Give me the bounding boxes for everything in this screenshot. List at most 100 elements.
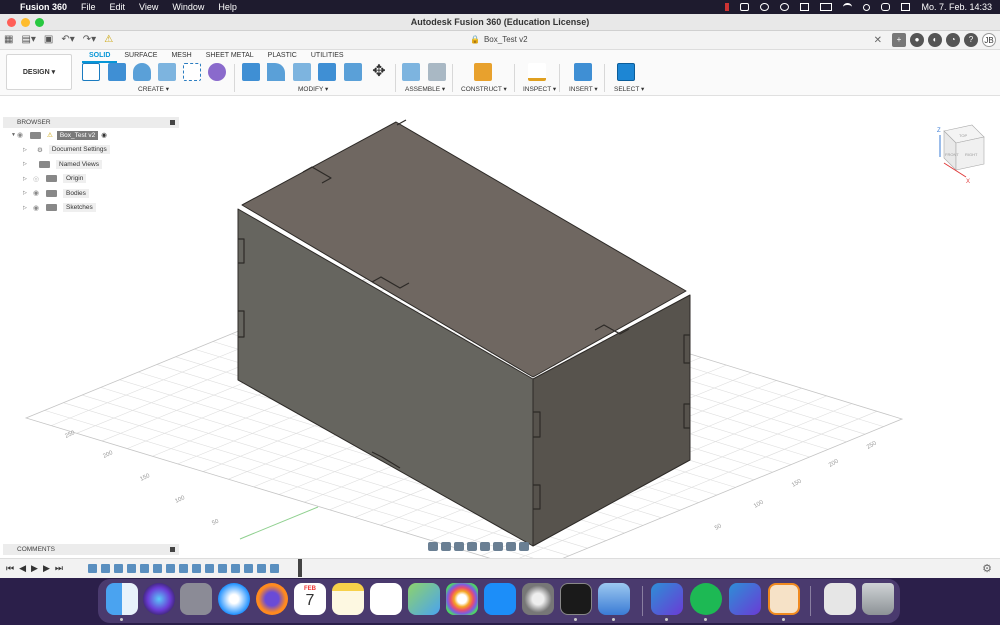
grid-settings-icon[interactable] [506,542,516,551]
trash-icon[interactable] [862,583,894,615]
pattern-icon[interactable] [183,63,201,81]
timeline-extrude-feature-icon[interactable] [101,564,110,573]
help-icon[interactable]: ? [964,33,978,47]
app-store-icon[interactable] [484,583,516,615]
timeline-extrude-feature-icon[interactable] [179,564,188,573]
warning-icon[interactable]: ⚠ [104,34,113,45]
timeline-sketch-feature-icon[interactable] [88,564,97,573]
tab-mesh[interactable]: MESH [164,50,198,63]
viewcube-right-label[interactable]: RIGHT [965,152,978,157]
photos-icon[interactable] [446,583,478,615]
menu-window[interactable]: Window [172,2,204,12]
job-status-icon[interactable]: ◐ [928,33,942,47]
expand-arrow-icon[interactable]: ▷ [23,161,29,167]
new-sketch-icon[interactable] [82,63,100,81]
launchpad-icon[interactable] [180,583,212,615]
menu-file[interactable]: File [81,2,96,12]
timeline-move-feature-icon[interactable] [231,564,240,573]
timeline-extrude-feature-icon[interactable] [244,564,253,573]
tab-plastic[interactable]: PLASTIC [261,50,304,63]
assemble-menu[interactable]: ASSEMBLE ▾ [405,85,445,93]
timeline-move-feature-icon[interactable] [140,564,149,573]
browser-item-bodies[interactable]: ▷ ◉ Bodies [3,186,179,201]
browser-header[interactable]: BROWSER [3,117,179,128]
calendar-icon[interactable]: FEB 7 [294,583,326,615]
menu-app-name[interactable]: Fusion 360 [20,2,67,12]
wifi-icon[interactable] [843,3,853,11]
move-copy-icon[interactable]: ✥ [370,63,388,81]
browser-root-item[interactable]: ▼ ◉ ⚠ Box_Test v2 ◉ [3,128,179,143]
pin-icon[interactable] [170,120,175,125]
spotlight-search-icon[interactable] [863,3,871,11]
close-tab-icon[interactable]: ✕ [874,35,882,46]
notification-icon[interactable] [901,3,911,11]
browser-item-sketches[interactable]: ▷ ◉ Sketches [3,201,179,216]
hidden-eye-icon[interactable]: ◎ [33,175,43,183]
timeline-sketch-feature-icon[interactable] [114,564,123,573]
firefox-icon[interactable] [256,583,288,615]
extrude-icon[interactable] [108,63,126,81]
file-menu-icon[interactable]: ▤▾ [21,34,35,45]
hole-icon[interactable] [158,63,176,81]
tab-utilities[interactable]: UTILITIES [304,50,351,63]
construct-menu[interactable]: CONSTRUCT ▾ [461,85,507,93]
visibility-eye-icon[interactable]: ◉ [17,131,27,139]
display-settings-icon[interactable] [493,542,503,551]
system-preferences-icon[interactable] [522,583,554,615]
go-to-end-icon[interactable]: ⏭ [55,563,63,574]
offset-plane-icon[interactable] [474,63,492,81]
save-icon[interactable]: ▣ [44,34,53,45]
timeline-sketch-feature-icon[interactable] [166,564,175,573]
downloads-stack-icon[interactable] [824,583,856,615]
step-forward-icon[interactable]: ▶ [43,563,50,574]
display-icon[interactable] [800,3,810,11]
battery-icon[interactable] [820,3,833,11]
battery-status-icon[interactable] [725,3,730,11]
tab-solid[interactable]: SOLID [82,50,118,63]
viewport-canvas[interactable]: 250 200 150 100 50 250 200 150 100 50 TO… [0,115,1000,558]
undo-icon[interactable]: ↶▾ [61,34,74,45]
revolve-icon[interactable] [133,63,151,81]
expand-arrow-icon[interactable]: ▷ [23,205,29,211]
box-body[interactable] [237,119,691,547]
modify-menu[interactable]: MODIFY ▾ [298,85,328,93]
press-pull-icon[interactable] [242,63,260,81]
browser-root-label[interactable]: Box_Test v2 [56,130,99,140]
split-body-icon[interactable] [344,63,362,81]
select-cursor-icon[interactable] [617,63,635,81]
insert-menu[interactable]: INSERT ▾ [569,85,598,93]
fit-icon[interactable] [480,542,490,551]
fusion-launcher-icon[interactable] [768,583,800,615]
reminders-icon[interactable] [370,583,402,615]
vpn-icon[interactable] [740,3,750,11]
expand-arrow-icon[interactable]: ▷ [23,176,29,182]
finder-icon[interactable] [106,583,138,615]
timeline-move-feature-icon[interactable] [270,564,279,573]
fusion-app-icon[interactable] [729,583,761,615]
create-menu[interactable]: CREATE ▾ [138,85,169,93]
measure-icon[interactable] [528,63,546,81]
bluetooth-icon[interactable] [760,3,770,11]
visibility-eye-icon[interactable]: ◉ [33,189,43,197]
select-menu[interactable]: SELECT ▾ [614,85,644,93]
browser-item-origin[interactable]: ▷ ◎ Origin [3,172,179,187]
record-icon[interactable] [780,3,790,11]
play-icon[interactable]: ▶ [31,563,38,574]
zoom-icon[interactable] [467,542,477,551]
timeline-move-feature-icon[interactable] [192,564,201,573]
expand-arrow-icon[interactable]: ▷ [23,147,29,153]
tab-sheet-metal[interactable]: SHEET METAL [199,50,261,63]
tab-surface[interactable]: SURFACE [117,50,164,63]
document-tab[interactable]: 🔒 Box_Test v2 [470,35,528,44]
activate-radio-icon[interactable]: ◉ [101,131,107,139]
maps-icon[interactable] [408,583,440,615]
go-to-start-icon[interactable]: ⏮ [6,563,14,574]
combine-icon[interactable] [318,63,336,81]
terminal-icon[interactable] [560,583,592,615]
fusion-app-icon[interactable] [651,583,683,615]
insert-image-icon[interactable] [574,63,592,81]
orbit-icon[interactable] [428,542,438,551]
siri-icon[interactable] [143,583,175,615]
spotify-icon[interactable] [690,583,722,615]
viewports-icon[interactable] [519,542,529,551]
